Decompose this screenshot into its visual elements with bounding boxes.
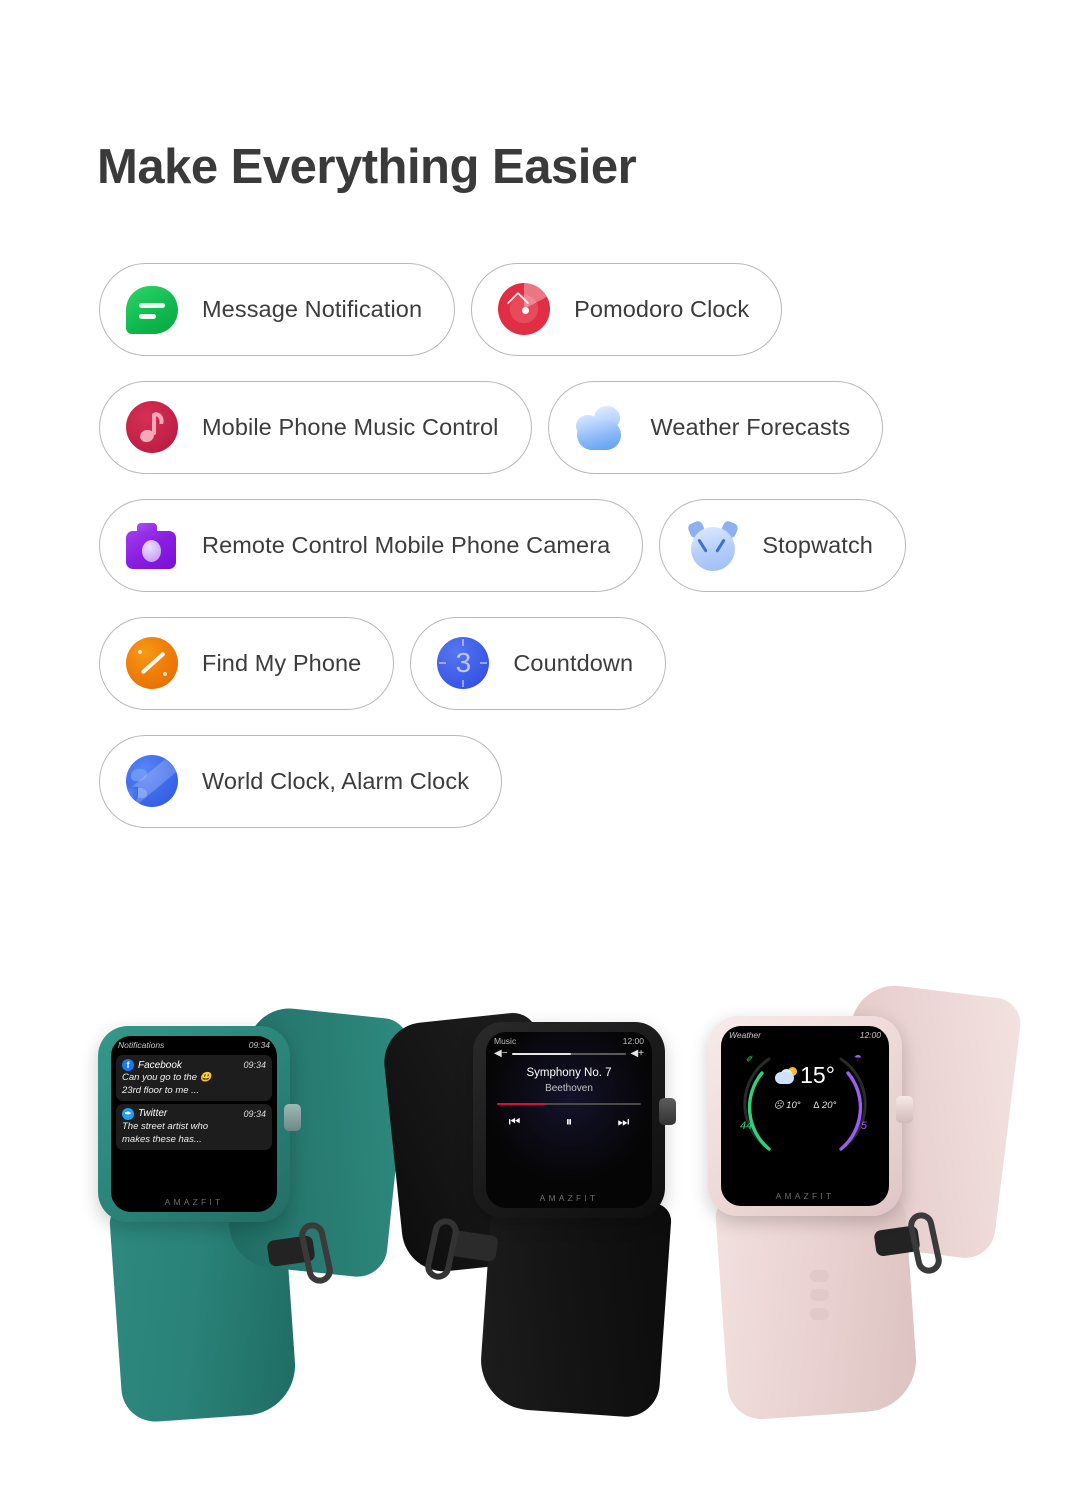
feature-label: Find My Phone bbox=[202, 650, 362, 676]
notifications-time: 09:34 bbox=[248, 1040, 270, 1050]
uv-index-value: 5 bbox=[860, 1120, 867, 1132]
notification-text-line2: 23rd floor to me ... bbox=[122, 1084, 200, 1096]
black-watch[interactable]: Music 12:00 ◀− ◀+ Symphony No. 7 Beethov… bbox=[380, 998, 685, 1420]
feature-row: Remote Control Mobile Phone Camera Stopw… bbox=[0, 499, 1080, 592]
feature-label: Message Notification bbox=[202, 296, 423, 322]
camera-icon bbox=[126, 519, 180, 573]
previous-track-icon[interactable]: ⏮ bbox=[509, 1114, 521, 1130]
weather-time: 12:00 bbox=[859, 1030, 881, 1040]
weather-header: Weather 12:00 bbox=[721, 1026, 889, 1040]
feature-pill-countdown[interactable]: 3 Countdown bbox=[410, 617, 667, 710]
feature-label: Pomodoro Clock bbox=[574, 296, 750, 322]
watch-gallery: Notifications 09:34 f Facebook 09:34 Can… bbox=[0, 960, 1080, 1508]
weather-high-low: ☹ 10° ∆ 20° bbox=[721, 1100, 889, 1111]
pink-watch-crown-button[interactable] bbox=[896, 1096, 913, 1123]
air-quality-value: 44 bbox=[740, 1120, 753, 1132]
notification-app-name: Facebook bbox=[138, 1059, 182, 1071]
notification-time: 09:34 bbox=[243, 1060, 266, 1070]
notification-card-header: f Facebook 09:34 bbox=[122, 1059, 266, 1071]
feature-label: World Clock, Alarm Clock bbox=[202, 768, 470, 794]
feature-label: Remote Control Mobile Phone Camera bbox=[202, 532, 611, 558]
volume-slider[interactable]: ◀− ◀+ bbox=[486, 1047, 652, 1059]
volume-down-icon[interactable]: ◀− bbox=[494, 1049, 508, 1059]
partly-cloudy-icon bbox=[775, 1067, 798, 1084]
pause-icon[interactable]: ⏸ bbox=[566, 1114, 573, 1130]
music-note-icon bbox=[126, 400, 180, 455]
brand-label: AMAZFIT bbox=[775, 1191, 835, 1201]
feature-row: Mobile Phone Music Control Weather Forec… bbox=[0, 381, 1080, 474]
pink-watch-strap-holes bbox=[810, 1270, 832, 1334]
temperature-low: ☹ 10° bbox=[773, 1100, 801, 1111]
cloud-icon bbox=[575, 401, 629, 455]
next-track-icon[interactable]: ⏭ bbox=[618, 1114, 630, 1130]
volume-track[interactable] bbox=[511, 1053, 627, 1055]
feature-label: Countdown bbox=[513, 650, 634, 676]
feature-pill-message-notification[interactable]: Message Notification bbox=[99, 263, 456, 356]
feature-label: Mobile Phone Music Control bbox=[202, 414, 499, 440]
weather-main: ✐ ☂ 15° ☹ 10° ∆ 20° 44 5 bbox=[721, 1040, 889, 1151]
green-watch-crown-button[interactable] bbox=[284, 1104, 301, 1131]
music-title-label: Music bbox=[494, 1036, 517, 1046]
playback-progress-bar[interactable] bbox=[497, 1103, 641, 1105]
notification-card-facebook[interactable]: f Facebook 09:34 Can you go to the 😃 23r… bbox=[116, 1055, 272, 1101]
feature-label: Weather Forecasts bbox=[650, 414, 851, 440]
track-title: Symphony No. 7 bbox=[526, 1067, 612, 1079]
uv-umbrella-icon: ☂ bbox=[853, 1053, 862, 1063]
notifications-header: Notifications 09:34 bbox=[111, 1036, 277, 1052]
playback-controls: ⏮ ⏸ ⏭ bbox=[486, 1114, 652, 1130]
pink-watch[interactable]: Weather 12:00 ✐ ☂ 15° ☹ 10° ∆ 20° 44 5 A… bbox=[700, 980, 1024, 1422]
notification-text-line1: The street artist who bbox=[122, 1120, 209, 1132]
facebook-icon: f bbox=[122, 1059, 134, 1071]
music-time: 12:00 bbox=[622, 1036, 644, 1046]
message-bubble-icon bbox=[126, 283, 180, 337]
pomodoro-timer-icon bbox=[498, 282, 552, 337]
notification-card-header: ✒ Twitter 09:34 bbox=[122, 1107, 266, 1120]
weather-current: 15° bbox=[721, 1064, 889, 1087]
feature-pill-stopwatch[interactable]: Stopwatch bbox=[659, 499, 906, 592]
weather-title-label: Weather bbox=[729, 1030, 761, 1040]
countdown-three-icon: 3 bbox=[437, 636, 491, 691]
green-watch[interactable]: Notifications 09:34 f Facebook 09:34 Can… bbox=[98, 1000, 412, 1424]
feature-row: Message Notification Pomodoro Clock bbox=[0, 263, 1080, 356]
brand-label: AMAZFIT bbox=[164, 1197, 224, 1207]
notification-text-line2: makes these has... bbox=[122, 1133, 202, 1145]
black-watch-crown-button[interactable] bbox=[659, 1098, 676, 1125]
feature-pill-find-my-phone[interactable]: Find My Phone bbox=[99, 617, 395, 710]
feature-pill-weather-forecasts[interactable]: Weather Forecasts bbox=[547, 381, 884, 474]
alarm-clock-icon bbox=[686, 519, 740, 573]
black-watch-screen[interactable]: Music 12:00 ◀− ◀+ Symphony No. 7 Beethov… bbox=[486, 1032, 652, 1208]
feature-pill-pomodoro-clock[interactable]: Pomodoro Clock bbox=[471, 263, 783, 356]
feature-row: World Clock, Alarm Clock bbox=[0, 735, 1080, 828]
green-watch-screen[interactable]: Notifications 09:34 f Facebook 09:34 Can… bbox=[111, 1036, 277, 1212]
feature-pill-list: Message Notification Pomodoro Clock Mobi… bbox=[0, 263, 1080, 853]
black-watch-lower-strap bbox=[477, 1191, 673, 1420]
feature-row: Find My Phone 3 Countdown bbox=[0, 617, 1080, 710]
product-feature-page: Make Everything Easier Message Notificat… bbox=[0, 0, 1080, 1508]
pink-watch-screen[interactable]: Weather 12:00 ✐ ☂ 15° ☹ 10° ∆ 20° 44 5 A… bbox=[721, 1026, 889, 1206]
brand-label: AMAZFIT bbox=[539, 1193, 599, 1203]
page-title: Make Everything Easier bbox=[97, 140, 637, 194]
globe-icon bbox=[126, 754, 180, 809]
notification-time: 09:34 bbox=[243, 1108, 266, 1119]
twitter-icon: ✒ bbox=[122, 1107, 134, 1120]
notification-text-line1: Can you go to the 😃 bbox=[122, 1072, 212, 1083]
feature-pill-world-clock[interactable]: World Clock, Alarm Clock bbox=[99, 735, 503, 828]
feature-pill-music-control[interactable]: Mobile Phone Music Control bbox=[99, 381, 532, 474]
temperature-high: ∆ 20° bbox=[813, 1100, 837, 1111]
current-temperature: 15° bbox=[800, 1062, 835, 1088]
volume-up-icon[interactable]: ◀+ bbox=[630, 1049, 644, 1059]
notifications-title: Notifications bbox=[118, 1040, 165, 1050]
music-header: Music 12:00 bbox=[486, 1032, 652, 1047]
feature-label: Stopwatch bbox=[762, 532, 873, 558]
feature-pill-remote-camera[interactable]: Remote Control Mobile Phone Camera bbox=[99, 499, 644, 592]
notification-app-name: Twitter bbox=[138, 1108, 168, 1120]
track-artist: Beethoven bbox=[545, 1083, 593, 1094]
notification-card-twitter[interactable]: ✒ Twitter 09:34 The street artist who ma… bbox=[116, 1103, 272, 1150]
radar-compass-icon bbox=[126, 636, 180, 691]
